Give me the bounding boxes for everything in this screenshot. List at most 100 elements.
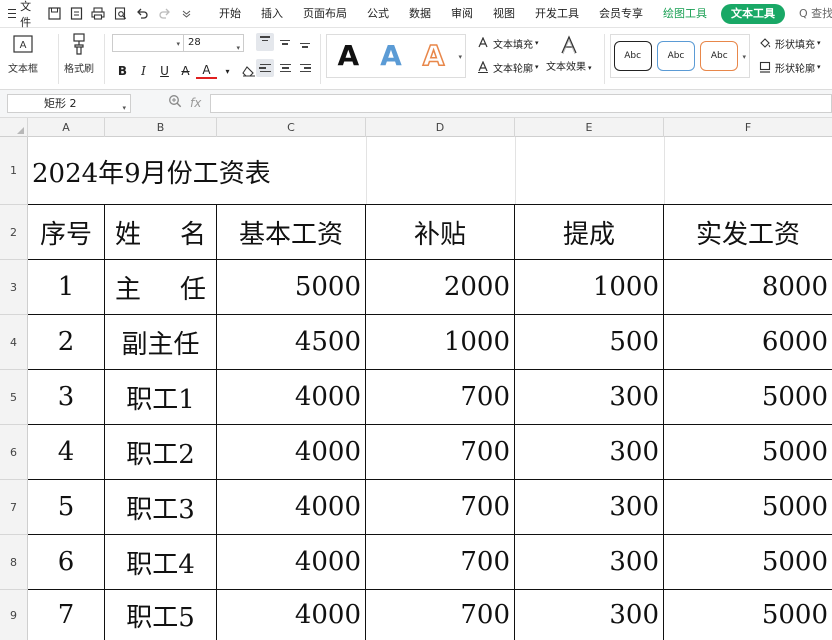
column-header-e[interactable]: E	[515, 118, 664, 137]
row-header-5[interactable]: 5	[0, 370, 28, 425]
cell-commission[interactable]: 1000	[515, 260, 663, 314]
print-preview-icon[interactable]	[111, 5, 129, 23]
cell-allowance[interactable]: 2000	[366, 260, 514, 314]
cell-name[interactable]: 职工4	[105, 535, 216, 589]
shape-style-orange[interactable]: Abc	[700, 41, 739, 71]
cell-base[interactable]: 4000	[217, 480, 365, 534]
header-cell-allowance[interactable]: 补贴	[366, 205, 514, 259]
customize-quick-access-icon[interactable]	[177, 5, 195, 23]
tab-formulas[interactable]: 公式	[357, 0, 399, 28]
row-header-4[interactable]: 4	[0, 315, 28, 370]
chevron-down-icon[interactable]: ▾	[217, 62, 238, 80]
cell-name[interactable]: 职工2	[105, 425, 216, 479]
cell-commission[interactable]: 300	[515, 535, 663, 589]
cell-base[interactable]: 4000	[217, 370, 365, 424]
cell-total[interactable]: 8000	[664, 260, 832, 314]
cell-name[interactable]: 职工1	[105, 370, 216, 424]
tab-drawing-tools[interactable]: 绘图工具	[653, 0, 717, 28]
wordart-style-orange[interactable]: A	[422, 41, 445, 71]
row-header-2[interactable]: 2	[0, 205, 28, 260]
cell-commission[interactable]: 500	[515, 315, 663, 369]
row-header-7[interactable]: 7	[0, 480, 28, 535]
shape-style-blue[interactable]: Abc	[656, 41, 695, 71]
tab-page-layout[interactable]: 页面布局	[293, 0, 357, 28]
cell-name[interactable]: 职工5	[105, 590, 216, 640]
select-all-corner[interactable]	[0, 118, 28, 137]
bold-button[interactable]: B	[112, 62, 133, 80]
cell-allowance[interactable]: 700	[366, 535, 514, 589]
tab-data[interactable]: 数据	[399, 0, 441, 28]
cell-total[interactable]: 5000	[664, 535, 832, 589]
column-header-c[interactable]: C	[217, 118, 366, 137]
cell-base[interactable]: 4000	[217, 590, 365, 640]
wordart-style-blue[interactable]: A	[380, 42, 402, 70]
text-outline-button[interactable]: 文本轮廓 ▾	[476, 58, 539, 76]
cell-name[interactable]: 职工3	[105, 480, 216, 534]
sheet-title-cell[interactable]: 2024年9月份工资表	[28, 137, 366, 205]
cell-total[interactable]: 5000	[664, 590, 832, 640]
tab-text-tools[interactable]: 文本工具	[721, 3, 785, 24]
export-pdf-icon[interactable]	[67, 5, 85, 23]
save-icon[interactable]	[45, 5, 63, 23]
cell-allowance[interactable]: 700	[366, 370, 514, 424]
search-command[interactable]: Q 查找	[789, 0, 832, 28]
cell-commission[interactable]: 300	[515, 590, 663, 640]
shape-outline-button[interactable]: 形状轮廓 ▾	[758, 58, 821, 76]
textbox-button[interactable]: A 文本框	[8, 32, 38, 75]
tab-member[interactable]: 会员专享	[589, 0, 653, 28]
cell-allowance[interactable]: 700	[366, 480, 514, 534]
font-size-select[interactable]: 28 ▾	[184, 34, 244, 52]
tab-view[interactable]: 视图	[483, 0, 525, 28]
cell-no[interactable]: 3	[28, 370, 104, 424]
tab-home[interactable]: 开始	[209, 0, 251, 28]
cell-commission[interactable]: 300	[515, 370, 663, 424]
align-left-icon[interactable]	[256, 59, 274, 77]
chevron-down-icon[interactable]: ▾	[458, 53, 462, 61]
cell-no[interactable]: 6	[28, 535, 104, 589]
cell-total[interactable]: 5000	[664, 425, 832, 479]
cell-base[interactable]: 5000	[217, 260, 365, 314]
row-header-9[interactable]: 9	[0, 590, 28, 640]
italic-button[interactable]: I	[133, 62, 154, 80]
cell-name[interactable]: 副主任	[105, 315, 216, 369]
strikethrough-button[interactable]: A	[175, 62, 196, 80]
cell-commission[interactable]: 300	[515, 425, 663, 479]
cell-base[interactable]: 4000	[217, 425, 365, 479]
text-effect-button[interactable]: 文本效果 ▾	[546, 32, 592, 73]
underline-button[interactable]: U	[154, 62, 175, 80]
header-cell-no[interactable]: 序号	[28, 205, 104, 259]
name-box[interactable]: 矩形 2 ▾	[7, 94, 131, 113]
cell-commission[interactable]: 300	[515, 480, 663, 534]
align-middle-icon[interactable]	[276, 33, 294, 51]
row-header-8[interactable]: 8	[0, 535, 28, 590]
cell-name[interactable]: 主 任	[105, 260, 216, 314]
cell-no[interactable]: 5	[28, 480, 104, 534]
row-header-6[interactable]: 6	[0, 425, 28, 480]
header-cell-total[interactable]: 实发工资	[664, 205, 832, 259]
font-color-button[interactable]: A	[196, 63, 217, 79]
cell-total[interactable]: 6000	[664, 315, 832, 369]
row-header-3[interactable]: 3	[0, 260, 28, 315]
align-bottom-icon[interactable]	[296, 33, 314, 51]
cell-base[interactable]: 4500	[217, 315, 365, 369]
fx-icon[interactable]: fx	[190, 96, 201, 110]
chevron-down-icon[interactable]: ▾	[742, 53, 746, 61]
cell-no[interactable]: 7	[28, 590, 104, 640]
cell-base[interactable]: 4000	[217, 535, 365, 589]
cell-no[interactable]: 4	[28, 425, 104, 479]
row-header-1[interactable]: 1	[0, 137, 28, 205]
column-header-b[interactable]: B	[105, 118, 217, 137]
tab-review[interactable]: 审阅	[441, 0, 483, 28]
tab-insert[interactable]: 插入	[251, 0, 293, 28]
cell-no[interactable]: 1	[28, 260, 104, 314]
align-top-icon[interactable]	[256, 33, 274, 51]
redo-icon[interactable]	[155, 5, 173, 23]
undo-icon[interactable]	[133, 5, 151, 23]
file-menu[interactable]: 文件	[0, 0, 41, 29]
shape-style-dark[interactable]: Abc	[613, 41, 652, 71]
shape-fill-button[interactable]: 形状填充 ▾	[758, 34, 821, 52]
print-icon[interactable]	[89, 5, 107, 23]
column-header-a[interactable]: A	[28, 118, 105, 137]
cell-allowance[interactable]: 700	[366, 425, 514, 479]
wordart-style-black[interactable]: A	[337, 42, 359, 70]
